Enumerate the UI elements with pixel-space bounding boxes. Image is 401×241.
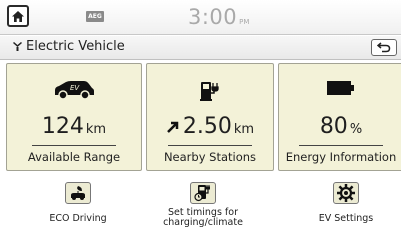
range-label: Available Range <box>27 150 121 164</box>
direction-arrow-icon <box>167 121 179 133</box>
gear-icon <box>337 184 355 202</box>
set-timings-button[interactable]: Set timings for charging/climate <box>140 182 266 228</box>
energy-number: 80 <box>319 114 348 139</box>
energy-information-tile[interactable]: 80% Energy Information <box>278 63 401 171</box>
range-value: 124 km <box>7 114 141 139</box>
set-timings-label: Set timings for charging/climate <box>163 207 243 228</box>
clock-time: 3:00 <box>188 5 238 29</box>
charging-timer-icon <box>194 185 210 202</box>
available-range-tile[interactable]: EV 124 km Available Range <box>6 63 142 171</box>
eco-driving-icon <box>71 186 85 200</box>
stations-unit: km <box>233 122 255 137</box>
eco-driving-label: ECO Driving <box>49 213 107 224</box>
svg-text:EV: EV <box>70 84 80 92</box>
battery-icon <box>327 81 354 95</box>
range-number: 124 <box>41 114 84 139</box>
charging-station-icon <box>200 82 219 101</box>
status-bar: AEG 3:00 PM <box>0 0 401 35</box>
ev-settings-label: EV Settings <box>318 213 374 224</box>
clock: 3:00 PM <box>188 5 249 29</box>
eco-driving-button[interactable]: ECO Driving <box>33 182 123 224</box>
clock-ampm: PM <box>239 18 250 26</box>
ev-car-icon: EV <box>55 81 94 100</box>
title-bar: Electric Vehicle <box>0 36 401 60</box>
energy-label: Energy Information <box>285 150 397 164</box>
home-icon <box>12 10 24 22</box>
stations-number: 2.50 <box>182 114 232 139</box>
divider <box>32 145 116 146</box>
energy-unit: % <box>349 122 363 137</box>
range-unit: km <box>85 122 107 137</box>
status-badge: AEG <box>86 11 104 22</box>
eco-driving-icon-box <box>65 182 91 204</box>
divider <box>299 145 383 146</box>
stations-value: 2.50 km <box>147 114 273 139</box>
nearby-stations-tile[interactable]: 2.50 km Nearby Stations <box>146 63 274 171</box>
ev-plug-icon <box>13 42 22 51</box>
ev-settings-icon-box <box>333 182 359 204</box>
stations-label: Nearby Stations <box>163 150 257 164</box>
home-button[interactable] <box>7 5 29 27</box>
divider <box>168 145 252 146</box>
energy-value: 80% <box>279 114 401 139</box>
page-title: Electric Vehicle <box>26 39 125 54</box>
ev-settings-button[interactable]: EV Settings <box>306 182 386 224</box>
charging-timer-icon-box <box>190 182 216 204</box>
back-button[interactable] <box>371 39 397 56</box>
back-arrow-icon <box>377 42 391 53</box>
